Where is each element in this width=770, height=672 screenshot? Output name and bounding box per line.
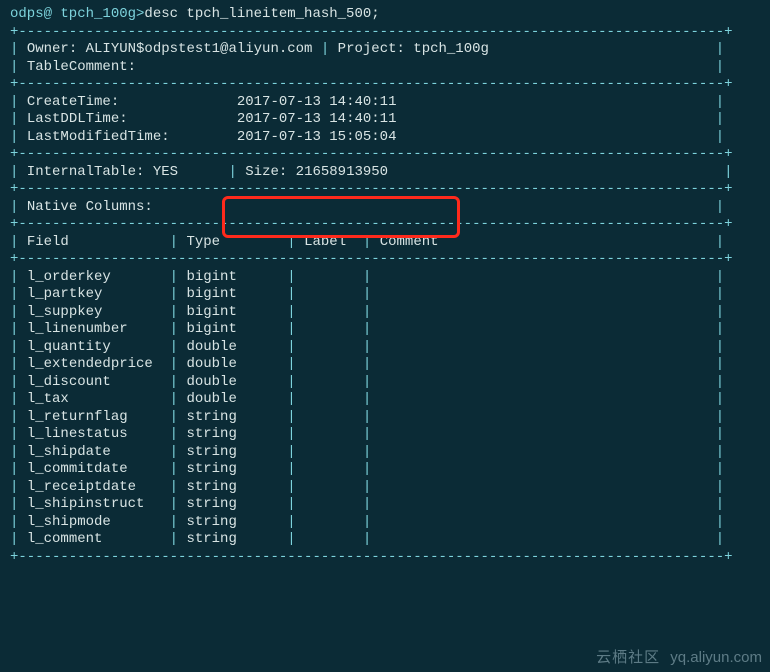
- prompt-prefix: odps@ tpch_100g>: [10, 6, 144, 22]
- watermark: 云栖社区 yq.aliyun.com: [596, 649, 762, 668]
- desc-output: +---------------------------------------…: [10, 24, 760, 567]
- shell-prompt-line: odps@ tpch_100g>desc tpch_lineitem_hash_…: [10, 6, 760, 24]
- watermark-zh: 云栖社区: [596, 649, 660, 666]
- watermark-url: yq.aliyun.com: [670, 649, 762, 666]
- prompt-command: desc tpch_lineitem_hash_500;: [144, 6, 379, 22]
